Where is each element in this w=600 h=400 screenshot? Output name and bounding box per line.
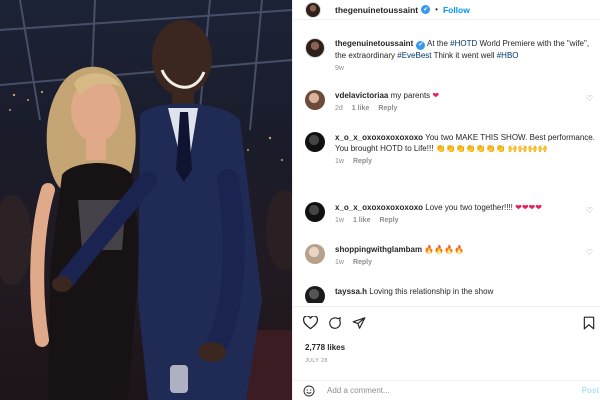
post-sidebar: thegenuinetoussaint ✔ • Follow thegenuin… bbox=[292, 0, 600, 400]
woman-figure bbox=[30, 66, 140, 400]
post-header: thegenuinetoussaint ✔ • Follow bbox=[293, 0, 600, 20]
caption-text-part: At the bbox=[427, 39, 451, 48]
caption-verified-icon: ✔ bbox=[416, 40, 426, 50]
comment-text: tayssa.h Loving this relationship in the… bbox=[335, 286, 595, 297]
like-comment-icon[interactable]: ♡ bbox=[586, 248, 593, 257]
comment-item: x_o_x_oxoxoxoxoxoxo You two MAKE THIS SH… bbox=[305, 132, 597, 165]
comment-age: 1w bbox=[335, 217, 344, 224]
reply-button[interactable]: Reply bbox=[379, 217, 398, 224]
likes-count[interactable]: 2,778 likes bbox=[305, 343, 345, 352]
comment-username[interactable]: shoppingwithglambam bbox=[335, 245, 422, 254]
comment-icon[interactable] bbox=[328, 316, 342, 330]
caption-avatar[interactable] bbox=[305, 38, 325, 58]
comments-list[interactable]: thegenuinetoussaint ✔ At the #HOTD World … bbox=[293, 28, 600, 303]
reply-button[interactable]: Reply bbox=[353, 158, 372, 165]
comment-avatar[interactable] bbox=[305, 286, 325, 303]
hashtag-hbo[interactable]: #HBO bbox=[497, 51, 519, 60]
comment-avatar[interactable] bbox=[305, 202, 325, 222]
premiere-photo-illustration bbox=[0, 0, 292, 400]
comment-text: vdelavictoriaa my parents ❤ bbox=[335, 90, 595, 101]
like-heart-icon[interactable] bbox=[303, 316, 318, 330]
comment-age: 2d bbox=[335, 105, 343, 112]
comment-body: Love you two together!!!! bbox=[425, 203, 513, 212]
comment-item: vdelavictoriaa my parents ❤ 2d 1 like Re… bbox=[305, 90, 597, 112]
comment-likes-count[interactable]: 1 like bbox=[352, 105, 370, 112]
header-separator: • bbox=[435, 5, 438, 14]
comment-meta: 2d 1 like Reply bbox=[335, 105, 595, 112]
share-icon[interactable] bbox=[352, 316, 366, 330]
comment-avatar[interactable] bbox=[305, 132, 325, 152]
comment-likes-count[interactable]: 1 like bbox=[353, 217, 371, 224]
reply-button[interactable]: Reply bbox=[378, 105, 397, 112]
caption-username[interactable]: thegenuinetoussaint bbox=[335, 39, 413, 48]
red-heart-emojis: ❤❤❤❤ bbox=[515, 203, 542, 212]
comment-text: x_o_x_oxoxoxoxoxoxo You two MAKE THIS SH… bbox=[335, 132, 595, 154]
comment-text: x_o_x_oxoxoxoxoxoxo Love you two togethe… bbox=[335, 202, 595, 213]
save-bookmark-icon[interactable] bbox=[583, 316, 595, 330]
hashtag-hotd[interactable]: #HOTD bbox=[450, 39, 477, 48]
instagram-post: thegenuinetoussaint ✔ • Follow thegenuin… bbox=[0, 0, 600, 400]
comment-username[interactable]: tayssa.h bbox=[335, 287, 367, 296]
author-avatar[interactable] bbox=[305, 1, 321, 18]
reply-button[interactable]: Reply bbox=[353, 259, 372, 266]
like-comment-icon[interactable]: ♡ bbox=[586, 94, 593, 103]
like-comment-icon[interactable]: ♡ bbox=[586, 136, 593, 145]
add-comment-bar: Post bbox=[293, 380, 600, 400]
comment-avatar[interactable] bbox=[305, 244, 325, 264]
comment-username[interactable]: x_o_x_oxoxoxoxoxoxo bbox=[335, 203, 423, 212]
follow-button[interactable]: Follow bbox=[443, 5, 470, 15]
caption-age: 9w bbox=[335, 64, 344, 72]
comment-age: 1w bbox=[335, 158, 344, 165]
comment-item: tayssa.h Loving this relationship in the… bbox=[305, 286, 597, 303]
caption-text-part: Think it went well bbox=[431, 50, 497, 60]
comment-body: Loving this relationship in the show bbox=[369, 287, 494, 296]
comment-body: my parents bbox=[390, 91, 431, 100]
red-heart-emoji: ❤ bbox=[432, 91, 440, 100]
caption-row: thegenuinetoussaint ✔ At the #HOTD World … bbox=[305, 38, 597, 72]
comment-meta: 1w Reply bbox=[335, 158, 595, 165]
comment-item: x_o_x_oxoxoxoxoxoxo Love you two togethe… bbox=[305, 202, 597, 224]
comment-text: shoppingwithglambam 🔥🔥🔥🔥 bbox=[335, 244, 595, 255]
post-actions bbox=[293, 306, 600, 340]
comment-age: 1w bbox=[335, 259, 344, 266]
comment-item: shoppingwithglambam 🔥🔥🔥🔥 1w Reply ♡ bbox=[305, 244, 597, 266]
like-comment-icon[interactable]: ♡ bbox=[586, 206, 593, 215]
clap-emojis: 👏👏👏👏👏👏👏 bbox=[435, 144, 506, 153]
caption-text: thegenuinetoussaint ✔ At the #HOTD World … bbox=[335, 38, 595, 61]
hashtag-evebest[interactable]: #EveBest bbox=[397, 51, 431, 60]
comment-input[interactable] bbox=[327, 386, 557, 395]
post-comment-button[interactable]: Post bbox=[582, 386, 599, 395]
post-photo[interactable] bbox=[0, 0, 292, 400]
raised-hands-emojis: 🙌🙌🙌🙌 bbox=[507, 144, 548, 153]
author-username[interactable]: thegenuinetoussaint bbox=[335, 5, 418, 15]
caption-meta: 9w bbox=[335, 65, 595, 72]
emoji-picker-icon[interactable] bbox=[303, 385, 315, 397]
comment-username[interactable]: x_o_x_oxoxoxoxoxoxo bbox=[335, 133, 423, 142]
comment-avatar[interactable] bbox=[305, 90, 325, 110]
comment-username[interactable]: vdelavictoriaa bbox=[335, 91, 388, 100]
comment-meta: 1w Reply bbox=[335, 259, 595, 266]
post-date: JULY 28 bbox=[305, 358, 328, 364]
fire-emojis: 🔥🔥🔥🔥 bbox=[424, 245, 465, 254]
verified-badge-icon: ✔ bbox=[421, 5, 431, 14]
comment-meta: 1w 1 like Reply bbox=[335, 217, 595, 224]
